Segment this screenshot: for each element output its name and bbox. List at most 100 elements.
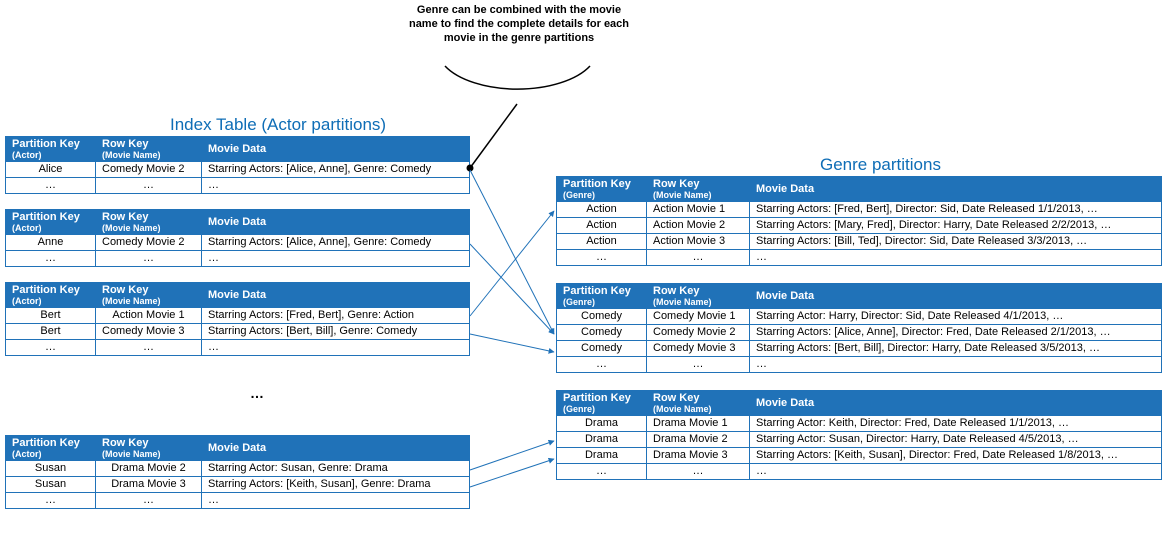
table-row-ellipsis: … … … [557, 463, 1162, 479]
table-row: Drama Drama Movie 2 Starring Actor: Susa… [557, 431, 1162, 447]
col-data: Movie Data [202, 137, 470, 162]
table-row: Bert Action Movie 1 Starring Actors: [Fr… [6, 307, 470, 323]
table-row-ellipsis: … … … [557, 249, 1162, 265]
cell-data: Starring Actors: [Alice, Anne], Director… [750, 324, 1162, 340]
col-pk: Partition Key(Actor) [6, 137, 96, 162]
cell-pk: Comedy [557, 308, 647, 324]
cell-pk: Drama [557, 431, 647, 447]
cell-dots: … [202, 339, 470, 355]
cell-rk: Drama Movie 3 [96, 476, 202, 492]
col-data: Movie Data [202, 436, 470, 461]
cell-rk: Drama Movie 1 [647, 415, 750, 431]
callout-text: Genre can be combined with the movie nam… [404, 4, 634, 45]
cell-dots: … [647, 356, 750, 372]
cell-dots: … [647, 249, 750, 265]
col-rk: Row Key(Movie Name) [96, 210, 202, 235]
cell-data: Starring Actors: [Mary, Fred], Director:… [750, 217, 1162, 233]
cell-dots: … [6, 492, 96, 508]
cell-data: Starring Actors: [Bert, Bill], Director:… [750, 340, 1162, 356]
table-header-row: Partition Key(Actor) Row Key(Movie Name)… [6, 137, 470, 162]
col-rk: Row Key(Movie Name) [647, 391, 750, 416]
vertical-ellipsis: … [250, 385, 264, 401]
cell-dots: … [557, 356, 647, 372]
cell-dots: … [96, 492, 202, 508]
table-row: Comedy Comedy Movie 3 Starring Actors: [… [557, 340, 1162, 356]
genre-table-1: Partition Key(Genre) Row Key(Movie Name)… [556, 176, 1162, 266]
col-pk: Partition Key(Actor) [6, 210, 96, 235]
left-title: Index Table (Actor partitions) [170, 115, 386, 135]
cell-data: Starring Actors: [Fred, Bert], Director:… [750, 201, 1162, 217]
cell-data: Starring Actor: Susan, Director: Harry, … [750, 431, 1162, 447]
table-header-row: Partition Key(Actor) Row Key(Movie Name)… [6, 436, 470, 461]
col-rk: Row Key(Movie Name) [96, 137, 202, 162]
col-data: Movie Data [750, 284, 1162, 309]
cell-pk: Drama [557, 447, 647, 463]
cell-rk: Drama Movie 2 [647, 431, 750, 447]
cell-rk: Action Movie 1 [96, 307, 202, 323]
col-rk: Row Key(Movie Name) [647, 177, 750, 202]
cell-dots: … [750, 356, 1162, 372]
col-data: Movie Data [750, 177, 1162, 202]
table-header-row: Partition Key(Actor) Row Key(Movie Name)… [6, 210, 470, 235]
table-row: Comedy Comedy Movie 2 Starring Actors: [… [557, 324, 1162, 340]
table-row: Anne Comedy Movie 2 Starring Actors: [Al… [6, 234, 470, 250]
arrow-susan-drama2 [470, 441, 554, 470]
cell-rk: Action Movie 1 [647, 201, 750, 217]
cell-pk: Drama [557, 415, 647, 431]
cell-rk: Comedy Movie 2 [647, 324, 750, 340]
table-row-ellipsis: … … … [6, 492, 470, 508]
cell-pk: Comedy [557, 340, 647, 356]
cell-dots: … [6, 250, 96, 266]
cell-dots: … [202, 492, 470, 508]
cell-rk: Comedy Movie 3 [647, 340, 750, 356]
table-header-row: Partition Key(Genre) Row Key(Movie Name)… [557, 284, 1162, 309]
actor-table-1: Partition Key(Actor) Row Key(Movie Name)… [5, 136, 470, 194]
col-rk: Row Key(Movie Name) [96, 436, 202, 461]
cell-pk: Comedy [557, 324, 647, 340]
genre-table-2: Partition Key(Genre) Row Key(Movie Name)… [556, 283, 1162, 373]
arrow-anne-comedy2 [470, 244, 554, 334]
col-data: Movie Data [750, 391, 1162, 416]
table-row: Comedy Comedy Movie 1 Starring Actor: Ha… [557, 308, 1162, 324]
cell-pk: Alice [6, 161, 96, 177]
cell-pk: Susan [6, 460, 96, 476]
cell-rk: Action Movie 2 [647, 217, 750, 233]
cell-data: Starring Actors: [Bert, Bill], Genre: Co… [202, 323, 470, 339]
table-header-row: Partition Key(Genre) Row Key(Movie Name)… [557, 391, 1162, 416]
table-row: Drama Drama Movie 3 Starring Actors: [Ke… [557, 447, 1162, 463]
table-row: Action Action Movie 3 Starring Actors: [… [557, 233, 1162, 249]
cell-pk: Bert [6, 323, 96, 339]
cell-pk: Susan [6, 476, 96, 492]
cell-dots: … [6, 339, 96, 355]
table-row-ellipsis: … … … [6, 177, 470, 193]
cell-rk: Drama Movie 2 [96, 460, 202, 476]
actor-table-3: Partition Key(Actor) Row Key(Movie Name)… [5, 282, 470, 356]
cell-dots: … [202, 250, 470, 266]
cell-dots: … [647, 463, 750, 479]
cell-rk: Comedy Movie 2 [96, 161, 202, 177]
cell-pk: Bert [6, 307, 96, 323]
cell-data: Starring Actor: Harry, Director: Sid, Da… [750, 308, 1162, 324]
table-row: Bert Comedy Movie 3 Starring Actors: [Be… [6, 323, 470, 339]
cell-pk: Anne [6, 234, 96, 250]
arrow-susan-drama3 [470, 459, 554, 487]
arrow-alice-comedy2 [470, 170, 554, 334]
cell-data: Starring Actors: [Keith, Susan], Directo… [750, 447, 1162, 463]
table-row: Action Action Movie 1 Starring Actors: [… [557, 201, 1162, 217]
col-pk: Partition Key(Actor) [6, 436, 96, 461]
cell-dots: … [750, 249, 1162, 265]
col-pk: Partition Key(Genre) [557, 391, 647, 416]
cell-rk: Comedy Movie 3 [96, 323, 202, 339]
cell-data: Starring Actor: Susan, Genre: Drama [202, 460, 470, 476]
table-row-ellipsis: … … … [6, 339, 470, 355]
arrow-bert-action1 [470, 211, 554, 316]
cell-rk: Comedy Movie 2 [96, 234, 202, 250]
col-rk: Row Key(Movie Name) [647, 284, 750, 309]
cell-pk: Action [557, 201, 647, 217]
cell-dots: … [6, 177, 96, 193]
table-row: Drama Drama Movie 1 Starring Actor: Keit… [557, 415, 1162, 431]
col-data: Movie Data [202, 210, 470, 235]
genre-table-3: Partition Key(Genre) Row Key(Movie Name)… [556, 390, 1162, 480]
table-row: Susan Drama Movie 2 Starring Actor: Susa… [6, 460, 470, 476]
table-row-ellipsis: … … … [6, 250, 470, 266]
